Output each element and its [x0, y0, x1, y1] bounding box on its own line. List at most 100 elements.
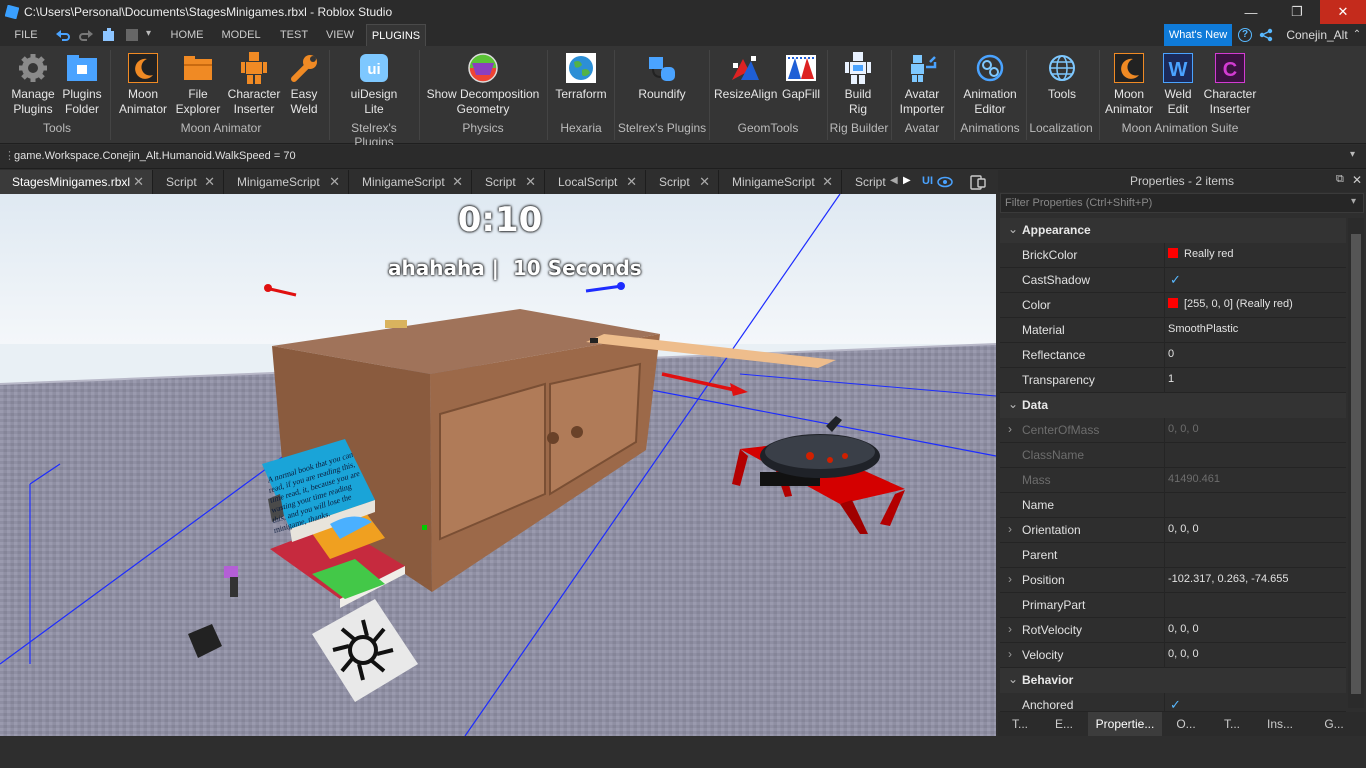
eye-icon[interactable]	[937, 176, 953, 188]
section-data[interactable]: ⌄ Data	[1000, 393, 1346, 418]
tab-model[interactable]: MODEL	[219, 24, 263, 46]
ui-visibility-toggle[interactable]: UI	[922, 175, 933, 187]
prop-row-anchored[interactable]: Anchored ✓	[1000, 693, 1346, 712]
character-inserter-suite-button[interactable]: C Character Inserter	[1202, 52, 1258, 117]
section-behavior[interactable]: ⌄ Behavior	[1000, 668, 1346, 693]
tab-minigamescript[interactable]: MinigameScript ✕	[720, 170, 842, 194]
scroll-tabs-right-icon[interactable]: ▶	[903, 175, 911, 186]
command-bar[interactable]: ⋮ game.Workspace.Conejin_Alt.Humanoid.Wa…	[0, 145, 1366, 169]
uidesign-lite-button[interactable]: ui uiDesign Lite	[334, 52, 414, 117]
scroll-tabs-left-icon[interactable]: ◀	[890, 175, 898, 186]
file-explorer-button[interactable]: File Explorer	[172, 52, 224, 117]
prop-value[interactable]: 0	[1168, 348, 1174, 360]
prop-row-brickcolor[interactable]: BrickColor Really red	[1000, 243, 1346, 268]
expand-chevron-icon[interactable]: ›	[1008, 422, 1012, 436]
prop-row-material[interactable]: Material SmoothPlastic	[1000, 318, 1346, 343]
close-tab-icon[interactable]: ✕	[626, 170, 637, 194]
moon-animator-button[interactable]: Moon Animator	[116, 52, 170, 117]
share-icon[interactable]	[1259, 28, 1273, 42]
tab-explorer[interactable]: E...	[1042, 712, 1086, 736]
prop-row-color[interactable]: Color [255, 0, 0] (Really red)	[1000, 293, 1346, 318]
checkbox-checked[interactable]: ✓	[1170, 697, 1181, 711]
3d-viewport[interactable]: 0:10 ahahaha | 10 Seconds A normal book …	[0, 194, 996, 736]
easy-weld-button[interactable]: Easy Weld	[284, 52, 324, 117]
weld-edit-button[interactable]: W Weld Edit	[1156, 52, 1200, 117]
tab-game[interactable]: G...	[1306, 712, 1362, 736]
prop-row-parent[interactable]: Parent	[1000, 543, 1346, 568]
prop-value[interactable]: SmoothPlastic	[1168, 323, 1238, 335]
user-name[interactable]: Conejin_Alt	[1282, 24, 1352, 46]
filter-dropdown-icon[interactable]: ▾	[1351, 196, 1356, 207]
prop-value[interactable]: 1	[1168, 373, 1174, 385]
close-tab-icon[interactable]: ✕	[822, 170, 833, 194]
section-appearance[interactable]: ⌄ Appearance	[1000, 218, 1346, 243]
gapfill-button[interactable]: GapFill	[778, 52, 824, 102]
tab-properties[interactable]: Propertie...	[1088, 712, 1162, 736]
command-input[interactable]: game.Workspace.Conejin_Alt.Humanoid.Walk…	[14, 150, 296, 162]
prop-value[interactable]: 0, 0, 0	[1168, 648, 1199, 660]
moon-animator-suite-button[interactable]: Moon Animator	[1104, 52, 1154, 117]
manage-plugins-button[interactable]: Manage Plugins	[8, 52, 58, 117]
prop-value[interactable]: Really red	[1168, 248, 1234, 260]
close-tab-icon[interactable]: ✕	[525, 170, 536, 194]
scrollbar-thumb[interactable]	[1351, 234, 1361, 694]
collapse-chevron-icon[interactable]: ⌄	[1008, 222, 1018, 236]
tab-localscript[interactable]: LocalScript ✕	[546, 170, 646, 194]
collapse-chevron-icon[interactable]: ⌄	[1008, 672, 1018, 686]
avatar-importer-button[interactable]: Avatar Importer	[896, 52, 948, 117]
tab-minigamescript[interactable]: MinigameScript ✕	[350, 170, 472, 194]
prop-value[interactable]: 0, 0, 0	[1168, 623, 1199, 635]
undo-icon[interactable]	[55, 27, 71, 43]
show-decomposition-geometry-button[interactable]: Show Decomposition Geometry	[424, 52, 542, 117]
prop-value[interactable]: [255, 0, 0] (Really red)	[1168, 298, 1293, 310]
build-rig-button[interactable]: Build Rig	[834, 52, 882, 117]
tab-stagesminigames[interactable]: StagesMinigames.rbxl ✕	[0, 170, 153, 194]
tab-script[interactable]: Script ✕	[647, 170, 719, 194]
prop-row-castshadow[interactable]: CastShadow ✓	[1000, 268, 1346, 293]
tab-toolbox[interactable]: T...	[1000, 712, 1040, 736]
customize-dropdown-icon[interactable]: ▾	[146, 28, 151, 39]
prop-row-position[interactable]: › Position -102.317, 0.263, -74.655	[1000, 568, 1346, 593]
device-emulator-icon[interactable]	[970, 174, 986, 190]
maximize-button[interactable]: ❐	[1274, 0, 1320, 24]
command-history-dropdown-icon[interactable]: ▾	[1350, 149, 1355, 160]
tab-home[interactable]: HOME	[165, 24, 209, 46]
prop-value[interactable]: 0, 0, 0	[1168, 523, 1199, 535]
animation-editor-button[interactable]: Animation Editor	[959, 52, 1021, 117]
expand-chevron-icon[interactable]: ›	[1008, 572, 1012, 586]
prop-row-transparency[interactable]: Transparency 1	[1000, 368, 1346, 393]
localization-tools-button[interactable]: Tools	[1032, 52, 1092, 102]
collapse-chevron-icon[interactable]: ⌄	[1008, 397, 1018, 411]
file-menu[interactable]: FILE	[6, 24, 46, 46]
tab-script[interactable]: Script	[843, 170, 889, 194]
tab-view[interactable]: VIEW	[322, 24, 358, 46]
close-tab-icon[interactable]: ✕	[699, 170, 710, 194]
prop-value[interactable]: -102.317, 0.263, -74.655	[1168, 573, 1288, 585]
prop-row-centerofmass[interactable]: › CenterOfMass 0, 0, 0	[1000, 418, 1346, 443]
prop-row-name[interactable]: Name	[1000, 493, 1346, 518]
stop-icon[interactable]	[125, 28, 139, 42]
tab-test[interactable]: TEST	[276, 24, 312, 46]
prop-row-primarypart[interactable]: PrimaryPart	[1000, 593, 1346, 618]
collapse-ribbon-icon[interactable]: ⌃	[1350, 24, 1364, 46]
redo-icon[interactable]	[78, 27, 94, 43]
plugins-folder-button[interactable]: Plugins Folder	[60, 52, 104, 117]
prop-row-reflectance[interactable]: Reflectance 0	[1000, 343, 1346, 368]
minimize-button[interactable]: —	[1228, 0, 1274, 24]
prop-row-velocity[interactable]: › Velocity 0, 0, 0	[1000, 643, 1346, 668]
checkbox-checked[interactable]: ✓	[1170, 272, 1181, 288]
plugin-puzzle-icon[interactable]	[101, 27, 117, 43]
tab-insert[interactable]: Ins...	[1256, 712, 1304, 736]
close-panel-icon[interactable]: ✕	[1352, 173, 1362, 187]
resizealign-button[interactable]: ResizeAlign	[714, 52, 777, 102]
prop-row-orientation[interactable]: › Orientation 0, 0, 0	[1000, 518, 1346, 543]
filter-properties-input[interactable]: Filter Properties (Ctrl+Shift+P) ▾	[1000, 193, 1364, 213]
tab-toolbox-2[interactable]: T...	[1210, 712, 1254, 736]
close-tab-icon[interactable]: ✕	[204, 170, 215, 194]
tab-minigamescript[interactable]: MinigameScript ✕	[225, 170, 349, 194]
tab-plugins[interactable]: PLUGINS	[366, 24, 426, 46]
help-icon[interactable]: ?	[1238, 28, 1252, 42]
close-tab-icon[interactable]: ✕	[133, 170, 144, 194]
expand-chevron-icon[interactable]: ›	[1008, 622, 1012, 636]
whats-new-button[interactable]: What's New	[1164, 24, 1232, 46]
